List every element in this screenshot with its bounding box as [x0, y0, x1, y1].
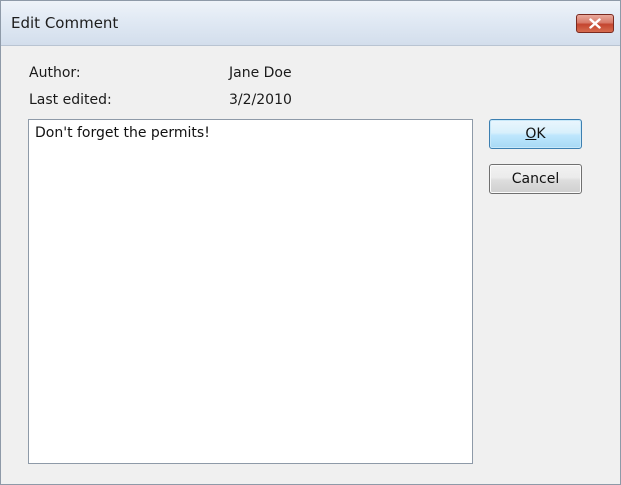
ok-button[interactable]: OK [489, 119, 582, 149]
close-button[interactable] [576, 14, 614, 33]
author-value: Jane Doe [229, 65, 292, 81]
last-edited-label: Last edited: [29, 92, 112, 108]
cancel-button[interactable]: Cancel [489, 164, 582, 194]
ok-label-rest: K [536, 126, 546, 142]
close-icon [589, 18, 601, 29]
title-bar[interactable]: Edit Comment [1, 1, 620, 46]
edit-comment-dialog: Edit Comment Author: Jane Doe Last edite… [0, 0, 621, 485]
last-edited-value: 3/2/2010 [229, 92, 292, 108]
ok-mnemonic: O [525, 126, 537, 142]
author-label: Author: [29, 65, 81, 81]
dialog-title: Edit Comment [11, 14, 119, 32]
comment-textarea[interactable]: Don't forget the permits! [28, 119, 473, 464]
